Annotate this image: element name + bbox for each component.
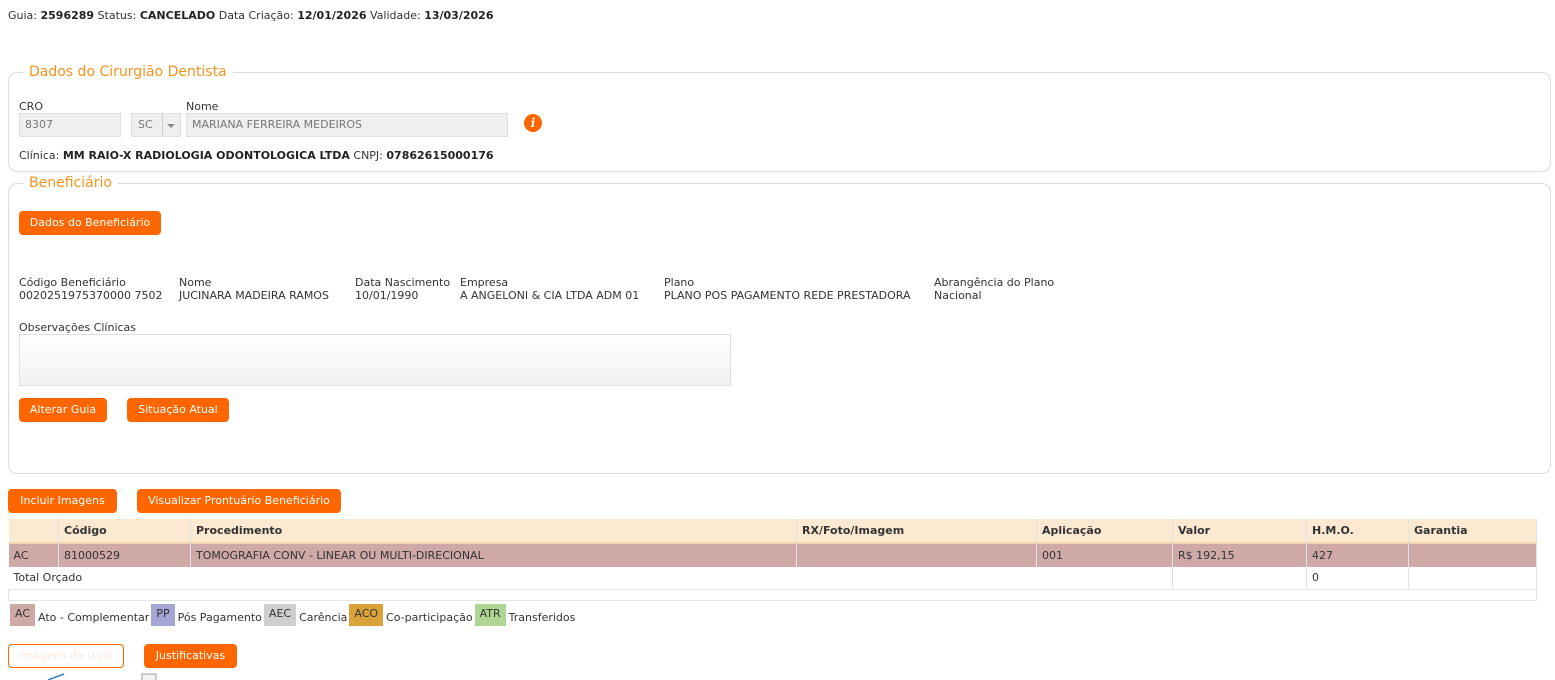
birthdate-value: 10/01/1990	[355, 289, 419, 302]
dentist-legend: Dados do Cirurgião Dentista	[23, 63, 233, 81]
column-header-warranty: Garantia	[1408, 519, 1537, 544]
legend-swatch-pp: PP	[151, 604, 175, 626]
clinical-notes-label: Observações Clínicas	[19, 321, 137, 334]
document-icon[interactable]	[140, 672, 160, 680]
info-icon[interactable]: i	[524, 114, 542, 132]
legend-swatch-aec: AEC	[263, 604, 297, 626]
row-type: AC	[8, 543, 59, 567]
uf-divider	[162, 114, 163, 136]
legend-label-aco: Co-participação	[386, 610, 473, 624]
total-warranty	[1408, 567, 1537, 590]
validity-date: 13/03/2026	[424, 9, 494, 22]
row-procedure: TOMOGRAFIA CONV - LINEAR OU MULTI-DIRECI…	[190, 543, 797, 567]
legend-label-ac: Ato - Complementar	[38, 610, 150, 624]
created-label: Data Criação:	[218, 9, 294, 22]
current-situation-button[interactable]: Situação Atual	[127, 398, 229, 422]
alter-guide-button[interactable]: Alterar Guia	[19, 398, 107, 422]
company-label: Empresa	[460, 276, 509, 289]
coverage-value: Nacional	[934, 289, 982, 302]
plan-value: PLANO POS PAGAMENTO REDE PRESTADORA	[664, 289, 911, 302]
cro-field[interactable]: 8307	[19, 113, 121, 137]
column-header-type	[8, 519, 59, 544]
uf-value: SC	[138, 118, 153, 131]
beneficiary-name: Nome JUCINARA MADEIRA RAMOS	[179, 276, 329, 302]
legend-swatch-atr: ATR	[474, 604, 506, 626]
table-row[interactable]: AC 81000529 TOMOGRAFIA CONV - LINEAR OU …	[8, 543, 1537, 567]
beneficiary-birthdate: Data Nascimento 10/01/1990	[355, 276, 450, 302]
row-rx	[796, 543, 1037, 567]
row-application: 001	[1036, 543, 1173, 567]
row-warranty	[1408, 543, 1537, 567]
legend-label-atr: Transferidos	[508, 610, 576, 624]
beneficiary-plan-coverage: Abrangência do Plano Nacional	[934, 276, 1054, 302]
column-header-rx: RX/Foto/Imagem	[796, 519, 1037, 544]
procedures-table: Código Procedimento RX/Foto/Imagem Aplic…	[8, 519, 1537, 601]
table-header-row: Código Procedimento RX/Foto/Imagem Aplic…	[8, 519, 1537, 544]
column-header-hmo: H.M.O.	[1306, 519, 1409, 544]
beneficiary-legend: Beneficiário	[23, 174, 118, 192]
column-header-procedure: Procedimento	[190, 519, 797, 544]
status-label: Status:	[97, 9, 137, 22]
status-value: CANCELADO	[139, 9, 216, 22]
column-header-code: Código	[58, 519, 191, 544]
guide-header: Guia: 2596289 Status: CANCELADO Data Cri…	[8, 9, 493, 22]
total-label: Total Orçado	[8, 567, 1173, 590]
plan-label: Plano	[664, 276, 695, 289]
column-header-value: Valor	[1172, 519, 1307, 544]
total-hmo: 0	[1306, 567, 1409, 590]
clinic-line: Clínica: MM RAIO-X RADIOLOGIA ODONTOLOGI…	[19, 149, 494, 162]
guia-number: 2596289	[40, 9, 95, 22]
cnpj-label: CNPJ:	[353, 149, 383, 162]
clinic-label: Clínica:	[19, 149, 60, 162]
total-row: Total Orçado 0	[8, 567, 1537, 590]
dentist-name-field[interactable]: MARIANA FERREIRA MEDEIROS	[186, 113, 508, 137]
beneficiary-code-label: Código Beneficiário	[19, 276, 126, 289]
row-code: 81000529	[58, 543, 191, 567]
beneficiary-name-label: Nome	[179, 276, 212, 289]
legend-label-pp: Pós Pagamento	[177, 610, 262, 624]
column-header-application: Aplicação	[1036, 519, 1173, 544]
status-legend: AC Ato - Complementar PP Pós Pagamento A…	[10, 604, 577, 626]
validity-label: Validade:	[370, 9, 421, 22]
include-images-button[interactable]: Incluir Imagens	[8, 489, 117, 513]
beneficiary-name-value: JUCINARA MADEIRA RAMOS	[179, 289, 329, 302]
cnpj-value: 07862615000176	[386, 149, 494, 162]
beneficiary-fieldset	[8, 183, 1551, 474]
guide-images-button[interactable]: Imagens da Guia	[8, 644, 124, 668]
uf-select[interactable]: SC	[131, 113, 181, 137]
clinical-notes-textarea[interactable]	[19, 334, 731, 386]
justifications-button[interactable]: Justificativas	[144, 644, 237, 668]
total-value	[1172, 567, 1307, 590]
birthdate-label: Data Nascimento	[355, 276, 451, 289]
beneficiary-plan: Plano PLANO POS PAGAMENTO REDE PRESTADOR…	[664, 276, 911, 302]
company-value: A ANGELONI & CIA LTDA ADM 01	[460, 289, 640, 302]
chevron-down-icon[interactable]	[167, 124, 175, 128]
created-date: 12/01/2026	[297, 9, 367, 22]
coverage-label: Abrangência do Plano	[934, 276, 1055, 289]
view-patient-record-button[interactable]: Visualizar Prontuário Beneficiário	[137, 489, 341, 513]
legend-swatch-aco: ACO	[349, 604, 384, 626]
row-hmo: 427	[1306, 543, 1409, 567]
row-value: R$ 192,15	[1172, 543, 1307, 567]
empty-row	[8, 589, 1537, 601]
beneficiary-company: Empresa A ANGELONI & CIA LTDA ADM 01	[460, 276, 639, 302]
beneficiary-data-button[interactable]: Dados do Beneficiário	[19, 211, 161, 235]
empty-cell	[8, 589, 1537, 601]
dentist-name-label: Nome	[186, 100, 219, 113]
clinic-name: MM RAIO-X RADIOLOGIA ODONTOLOGICA LTDA	[62, 149, 350, 162]
legend-swatch-ac: AC	[10, 604, 36, 626]
legend-label-aec: Carência	[299, 610, 348, 624]
cro-label: CRO	[19, 100, 43, 113]
guia-label: Guia:	[8, 9, 37, 22]
beneficiary-code: Código Beneficiário 0020251975370000 750…	[19, 276, 162, 302]
beneficiary-code-value: 0020251975370000 7502	[19, 289, 163, 302]
pen-icon[interactable]	[46, 672, 66, 680]
